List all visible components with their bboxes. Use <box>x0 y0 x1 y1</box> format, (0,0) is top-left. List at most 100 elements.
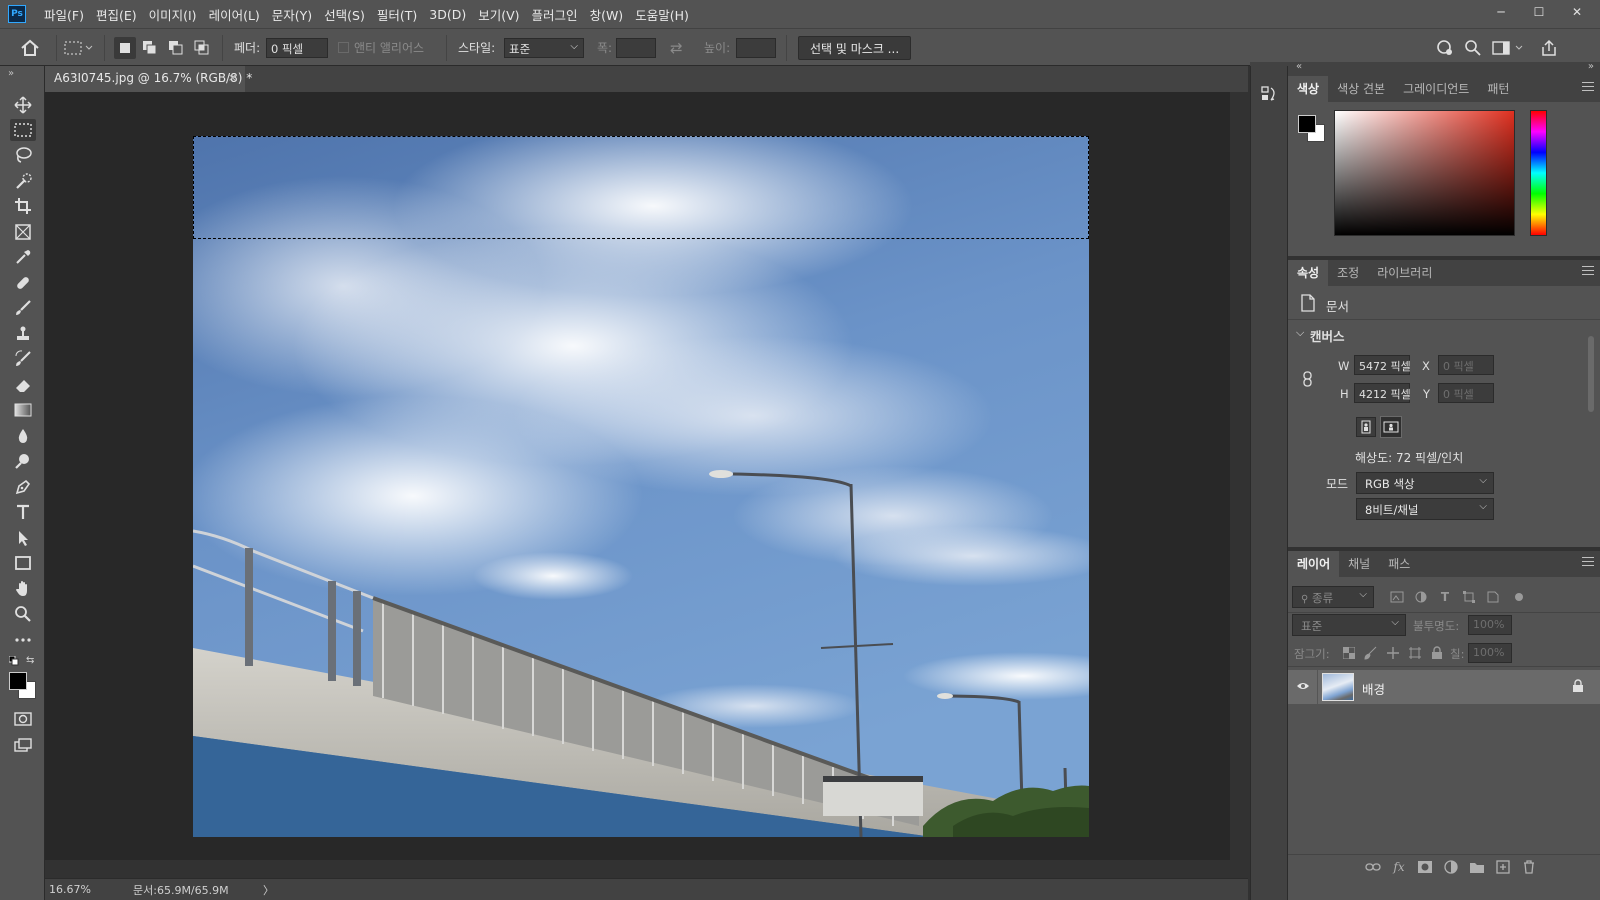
link-layers-icon[interactable] <box>1364 858 1382 876</box>
tab-layers[interactable]: 레이어 <box>1288 551 1340 577</box>
search-button[interactable] <box>1464 29 1482 66</box>
swap-icon[interactable]: ⇄ <box>670 39 683 57</box>
select-and-mask-button[interactable]: 선택 및 마스크 ... <box>798 35 912 60</box>
move-tool[interactable] <box>10 94 36 116</box>
color-panel-menu-icon[interactable] <box>1582 82 1594 94</box>
filter-toggle-icon[interactable] <box>1510 587 1528 607</box>
width-input[interactable] <box>616 37 656 58</box>
canvas-width-input[interactable]: 5472 픽셀 <box>1354 355 1411 375</box>
learn-button[interactable] <box>1436 29 1454 66</box>
new-layer-icon[interactable] <box>1494 858 1512 876</box>
zoom-level[interactable]: 16.67% <box>49 883 91 896</box>
height-input[interactable] <box>736 37 776 58</box>
tab-patterns[interactable]: 패턴 <box>1478 76 1518 102</box>
layers-panel-menu-icon[interactable] <box>1582 557 1594 569</box>
panel-foreground-swatch[interactable] <box>1298 115 1316 133</box>
canvas-x-input[interactable]: 0 픽셀 <box>1438 355 1494 375</box>
chevron-down-icon[interactable]: ⌵ <box>1296 326 1304 340</box>
color-mode-select[interactable]: RGB 색상 ⌵ <box>1356 472 1494 494</box>
blur-tool[interactable] <box>10 425 36 447</box>
opacity-input[interactable]: 100% <box>1468 615 1512 635</box>
landscape-orientation-button[interactable] <box>1380 416 1402 438</box>
new-selection-button[interactable] <box>114 29 136 66</box>
home-button[interactable] <box>20 29 40 66</box>
menu-view[interactable]: 보기(V) <box>472 5 525 24</box>
path-select-tool[interactable] <box>10 527 36 549</box>
adjustment-layer-icon[interactable] <box>1442 858 1460 876</box>
layer-row[interactable]: 배경 <box>1288 670 1600 704</box>
bit-depth-select[interactable]: 8비트/채널 ⌵ <box>1356 498 1494 520</box>
hand-tool[interactable] <box>10 578 36 600</box>
lock-artboard-icon[interactable] <box>1406 643 1424 663</box>
pen-tool[interactable] <box>10 476 36 498</box>
close-button[interactable]: ✕ <box>1558 0 1596 24</box>
tab-adjustments[interactable]: 조정 <box>1328 260 1368 286</box>
filter-adjustment-icon[interactable] <box>1412 587 1430 607</box>
lasso-tool[interactable] <box>10 144 36 166</box>
layer-filter-select[interactable]: ⚲ 종류 ⌵ <box>1292 586 1374 608</box>
gradient-tool[interactable] <box>10 399 36 421</box>
history-panel-icon[interactable] <box>1259 84 1281 106</box>
link-icon[interactable] <box>1302 371 1314 387</box>
share-button[interactable] <box>1540 29 1558 66</box>
filter-pixel-icon[interactable] <box>1388 587 1406 607</box>
healing-brush-tool[interactable] <box>10 272 36 294</box>
close-tab-icon[interactable]: × <box>228 71 237 84</box>
dodge-tool[interactable] <box>10 450 36 472</box>
edit-toolbar-button[interactable] <box>10 629 36 651</box>
filter-type-icon[interactable]: T <box>1436 587 1454 607</box>
menu-type[interactable]: 문자(Y) <box>266 5 318 24</box>
type-tool[interactable] <box>10 501 36 523</box>
rect-marquee-tool[interactable] <box>10 119 36 141</box>
properties-scrollbar[interactable] <box>1586 326 1596 526</box>
lock-position-icon[interactable] <box>1384 643 1402 663</box>
document-tab[interactable]: A63I0745.jpg @ 16.7% (RGB/8) * × <box>45 66 252 92</box>
tab-channels[interactable]: 채널 <box>1339 551 1379 577</box>
lock-image-icon[interactable] <box>1362 643 1380 663</box>
maximize-button[interactable]: ☐ <box>1520 0 1558 24</box>
tab-libraries[interactable]: 라이브러리 <box>1368 260 1441 286</box>
history-brush-tool[interactable] <box>10 348 36 370</box>
default-colors-icon[interactable] <box>9 656 19 666</box>
tool-preset-picker[interactable] <box>64 29 94 66</box>
fill-input[interactable]: 100% <box>1468 643 1512 663</box>
color-picker-field[interactable] <box>1334 110 1515 236</box>
add-selection-button[interactable] <box>142 29 158 66</box>
collapse-toolbar-icon[interactable]: » <box>8 68 14 79</box>
menu-image[interactable]: 이미지(I) <box>143 5 203 24</box>
portrait-orientation-button[interactable] <box>1356 417 1376 437</box>
screen-mode-button[interactable] <box>10 734 36 756</box>
frame-tool[interactable] <box>10 221 36 243</box>
filter-smartobject-icon[interactable] <box>1484 587 1502 607</box>
add-mask-icon[interactable] <box>1416 858 1434 876</box>
menu-window[interactable]: 창(W) <box>584 5 630 24</box>
tab-swatches[interactable]: 색상 견본 <box>1328 76 1394 102</box>
menu-file[interactable]: 파일(F) <box>38 5 90 24</box>
properties-panel-menu-icon[interactable] <box>1582 266 1594 278</box>
menu-edit[interactable]: 편집(E) <box>90 5 143 24</box>
eye-icon[interactable] <box>1296 680 1310 692</box>
zoom-tool[interactable] <box>10 603 36 625</box>
feather-input[interactable]: 0 픽셀 <box>266 37 328 58</box>
minimize-button[interactable]: ─ <box>1482 0 1520 24</box>
swap-colors-icon[interactable]: ⇆ <box>26 655 34 666</box>
menu-filter[interactable]: 필터(T) <box>371 5 423 24</box>
lock-transparent-icon[interactable] <box>1340 643 1358 663</box>
foreground-color-swatch[interactable] <box>9 672 27 690</box>
clone-stamp-tool[interactable] <box>10 323 36 345</box>
filter-shape-icon[interactable] <box>1460 587 1478 607</box>
workspace-scrollbar[interactable] <box>1230 92 1248 878</box>
tab-color[interactable]: 색상 <box>1288 76 1329 102</box>
new-group-icon[interactable] <box>1468 858 1486 876</box>
delete-layer-icon[interactable] <box>1520 858 1538 876</box>
menu-help[interactable]: 도움말(H) <box>629 5 695 24</box>
quick-select-tool[interactable] <box>10 170 36 192</box>
menu-layer[interactable]: 레이어(L) <box>203 5 266 24</box>
layer-name[interactable]: 배경 <box>1362 679 1385 698</box>
crop-tool[interactable] <box>10 195 36 217</box>
collapse-right-icon[interactable]: » <box>1588 61 1594 72</box>
rectangle-tool[interactable] <box>10 552 36 574</box>
lock-all-icon[interactable] <box>1428 643 1446 663</box>
menu-select[interactable]: 선택(S) <box>318 5 371 24</box>
antialias-checkbox[interactable]: 앤티 앨리어스 <box>338 29 424 66</box>
